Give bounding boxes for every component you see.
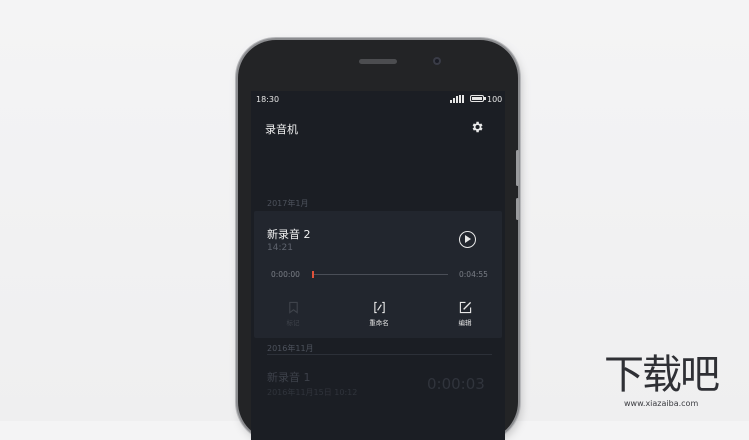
power-button: [516, 198, 519, 220]
bookmark-button[interactable]: 标记: [273, 301, 313, 331]
front-camera: [433, 57, 441, 65]
battery-level: 100: [487, 95, 503, 104]
signal-icon: [450, 95, 464, 103]
section-label-2016-11: 2016年11月: [267, 344, 314, 353]
edit-button[interactable]: 编辑: [445, 301, 485, 331]
rename-icon: [373, 301, 385, 314]
watermark-text: 下载吧: [604, 352, 720, 398]
edit-icon: [459, 301, 471, 314]
duration-label: 0:04:55: [459, 270, 488, 279]
earpiece-speaker: [359, 59, 397, 64]
app-title: 录音机: [265, 123, 298, 136]
phone-frame: 18:30 100 录音机 2017年1月 新录音 2 14:21 0:00:0…: [238, 40, 519, 440]
rename-label: 重命名: [369, 319, 389, 327]
recording-time: 14:21: [267, 243, 293, 253]
edit-label: 编辑: [458, 319, 472, 327]
app-bar: 录音机: [251, 109, 505, 145]
bookmark-label: 标记: [286, 319, 300, 327]
progress-track[interactable]: [312, 274, 448, 275]
volume-button: [516, 150, 519, 186]
rename-button[interactable]: 重命名: [359, 301, 399, 331]
bookmark-icon: [288, 301, 298, 314]
recording-subtitle-1: 2016年11月15日 10:12: [267, 388, 358, 397]
recording-name-1: 新录音 1: [267, 371, 311, 384]
status-time: 18:30: [256, 95, 280, 104]
progress-knob[interactable]: [312, 271, 314, 278]
position-label: 0:00:00: [271, 270, 300, 279]
recording-card-selected[interactable]: 新录音 2 14:21 0:00:00 0:04:55 标记 重命名 编辑: [254, 211, 502, 338]
section-label-2017-01: 2017年1月: [267, 199, 309, 208]
recording-name: 新录音 2: [267, 228, 311, 241]
divider: [267, 354, 492, 355]
gear-icon[interactable]: [470, 119, 484, 133]
recording-duration-1: 0:00:03: [427, 375, 485, 393]
screen: 18:30 100 录音机 2017年1月 新录音 2 14:21 0:00:0…: [251, 91, 505, 440]
battery-icon: [470, 95, 486, 102]
status-bar: 18:30 100: [251, 91, 505, 109]
watermark-url: www.xiazaiba.com: [624, 399, 699, 408]
play-icon[interactable]: [459, 231, 476, 248]
watermark-logo: 下载吧 www.xiazaiba.com: [604, 352, 744, 412]
